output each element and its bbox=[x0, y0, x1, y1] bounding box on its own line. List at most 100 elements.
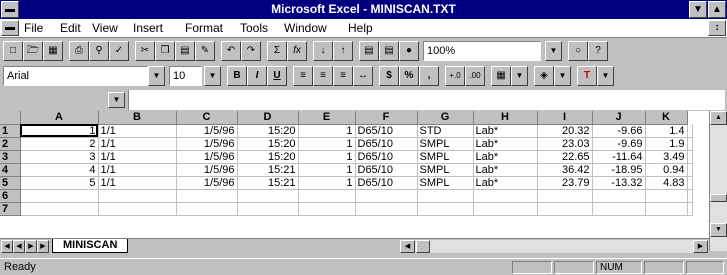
print-icon[interactable]: ⎙ bbox=[69, 41, 89, 61]
cell-b5[interactable]: 1/1 bbox=[98, 176, 177, 190]
name-box[interactable] bbox=[2, 104, 102, 110]
cell-overflow[interactable] bbox=[687, 137, 693, 151]
cell-k5[interactable]: 4.83 bbox=[645, 176, 688, 190]
row-header[interactable]: 5 bbox=[0, 176, 21, 190]
cell-d5[interactable]: 15:21 bbox=[237, 176, 299, 190]
chart-wizard-icon[interactable]: ▤ bbox=[359, 41, 379, 61]
horizontal-scrollbar[interactable]: ◀ ▶ bbox=[400, 240, 709, 253]
cell-a5[interactable]: 5 bbox=[20, 176, 99, 190]
zoom-dropdown-icon[interactable]: ▼ bbox=[545, 41, 562, 61]
sort-ascending-icon[interactable]: ↓ bbox=[313, 41, 333, 61]
font-name-select[interactable]: Arial bbox=[3, 66, 148, 86]
menu-insert[interactable]: Insert bbox=[133, 21, 163, 35]
cell-h3[interactable]: Lab* bbox=[473, 150, 538, 164]
cell-k4[interactable]: 0.94 bbox=[645, 163, 688, 177]
cell-c2[interactable]: 1/5/96 bbox=[176, 137, 238, 151]
currency-button[interactable]: $ bbox=[379, 66, 399, 86]
print-preview-icon[interactable]: ⚲ bbox=[89, 41, 109, 61]
cell-g4[interactable]: SMPL bbox=[417, 163, 474, 177]
cell-e2[interactable]: 1 bbox=[298, 137, 356, 151]
align-right-icon[interactable]: ≡ bbox=[333, 66, 353, 86]
cell-j7[interactable] bbox=[592, 202, 646, 216]
undo-icon[interactable]: ↶ bbox=[221, 41, 241, 61]
cell-i6[interactable] bbox=[537, 189, 593, 203]
row-header[interactable]: 3 bbox=[0, 150, 21, 164]
cell-g1[interactable]: STD bbox=[417, 124, 474, 138]
cell-e4[interactable]: 1 bbox=[298, 163, 356, 177]
fill-color-icon[interactable]: ◈ bbox=[534, 66, 554, 86]
autosum-icon[interactable]: Σ bbox=[267, 41, 287, 61]
font-size-dropdown-icon[interactable]: ▼ bbox=[204, 66, 221, 86]
cell-h6[interactable] bbox=[473, 189, 538, 203]
font-size-select[interactable]: 10 bbox=[169, 66, 202, 86]
column-header[interactable]: I bbox=[537, 111, 593, 125]
cell-c3[interactable]: 1/5/96 bbox=[176, 150, 238, 164]
text-box-icon[interactable]: ▤ bbox=[379, 41, 399, 61]
comma-button[interactable]: , bbox=[419, 66, 439, 86]
cell-i5[interactable]: 23.79 bbox=[537, 176, 593, 190]
prev-sheet-icon[interactable]: ◀ bbox=[13, 240, 25, 253]
cell-j4[interactable]: -18.95 bbox=[592, 163, 646, 177]
cell-f3[interactable]: D65/10 bbox=[355, 150, 418, 164]
cell-overflow[interactable] bbox=[687, 163, 693, 177]
cell-i2[interactable]: 23.03 bbox=[537, 137, 593, 151]
cell-j1[interactable]: -9.66 bbox=[592, 124, 646, 138]
cell-k3[interactable]: 3.49 bbox=[645, 150, 688, 164]
column-header[interactable]: A bbox=[20, 111, 99, 125]
cell-overflow[interactable] bbox=[687, 176, 693, 190]
cell-k1[interactable]: 1.4 bbox=[645, 124, 688, 138]
cell-a4[interactable]: 4 bbox=[20, 163, 99, 177]
cell-a2[interactable]: 2 bbox=[20, 137, 99, 151]
column-header[interactable]: D bbox=[237, 111, 299, 125]
cell-c7[interactable] bbox=[176, 202, 238, 216]
cell-h1[interactable]: Lab* bbox=[473, 124, 538, 138]
font-name-dropdown-icon[interactable]: ▼ bbox=[148, 66, 165, 86]
cell-k7[interactable] bbox=[645, 202, 688, 216]
row-header[interactable]: 1 bbox=[0, 124, 21, 138]
underline-button[interactable]: U bbox=[267, 66, 287, 86]
cell-d4[interactable]: 15:21 bbox=[237, 163, 299, 177]
cell-overflow[interactable] bbox=[687, 189, 693, 203]
cell-d1[interactable]: 15:20 bbox=[237, 124, 299, 138]
merge-center-icon[interactable]: ↔ bbox=[353, 66, 373, 86]
next-sheet-icon[interactable]: ▶ bbox=[25, 240, 37, 253]
cell-f2[interactable]: D65/10 bbox=[355, 137, 418, 151]
menu-file[interactable]: File bbox=[24, 21, 43, 35]
column-header[interactable]: H bbox=[473, 111, 538, 125]
vertical-scrollbar[interactable]: ▲ ▼ bbox=[709, 111, 727, 251]
column-header[interactable]: F bbox=[355, 111, 418, 125]
cell-j3[interactable]: -11.64 bbox=[592, 150, 646, 164]
cell-i7[interactable] bbox=[537, 202, 593, 216]
cell-overflow[interactable] bbox=[687, 150, 693, 164]
menu-view[interactable]: View bbox=[92, 21, 118, 35]
drawing-icon[interactable]: ● bbox=[399, 41, 419, 61]
menu-edit[interactable]: Edit bbox=[60, 21, 81, 35]
cell-f4[interactable]: D65/10 bbox=[355, 163, 418, 177]
zoom-select[interactable]: 100% bbox=[423, 41, 541, 61]
cell-j5[interactable]: -13.32 bbox=[592, 176, 646, 190]
cell-j2[interactable]: -9.69 bbox=[592, 137, 646, 151]
cell-e7[interactable] bbox=[298, 202, 356, 216]
cell-d6[interactable] bbox=[237, 189, 299, 203]
menu-tools[interactable]: Tools bbox=[240, 21, 268, 35]
cell-k2[interactable]: 1.9 bbox=[645, 137, 688, 151]
scroll-right-icon[interactable]: ▶ bbox=[693, 240, 708, 253]
cell-c5[interactable]: 1/5/96 bbox=[176, 176, 238, 190]
align-center-icon[interactable]: ≡ bbox=[313, 66, 333, 86]
fill-color-dropdown-icon[interactable]: ▼ bbox=[554, 66, 571, 86]
cell-g2[interactable]: SMPL bbox=[417, 137, 474, 151]
tip-wizard-icon[interactable]: ○ bbox=[568, 41, 588, 61]
cell-e3[interactable]: 1 bbox=[298, 150, 356, 164]
redo-icon[interactable]: ↷ bbox=[241, 41, 261, 61]
cell-c1[interactable]: 1/5/96 bbox=[176, 124, 238, 138]
sheet-tab-miniscan[interactable]: MINISCAN bbox=[52, 239, 129, 253]
cell-g3[interactable]: SMPL bbox=[417, 150, 474, 164]
cell-i4[interactable]: 36.42 bbox=[537, 163, 593, 177]
cell-i3[interactable]: 22.65 bbox=[537, 150, 593, 164]
cell-g7[interactable] bbox=[417, 202, 474, 216]
align-left-icon[interactable]: ≡ bbox=[293, 66, 313, 86]
increase-decimal-button[interactable]: +.0 bbox=[445, 66, 465, 86]
worksheet-grid[interactable]: A B C D E F G H I J K 1 1 1/1 1/5/96 15:20 1 D… bbox=[0, 111, 709, 238]
vertical-scroll-thumb[interactable] bbox=[710, 194, 727, 202]
cell-f6[interactable] bbox=[355, 189, 418, 203]
